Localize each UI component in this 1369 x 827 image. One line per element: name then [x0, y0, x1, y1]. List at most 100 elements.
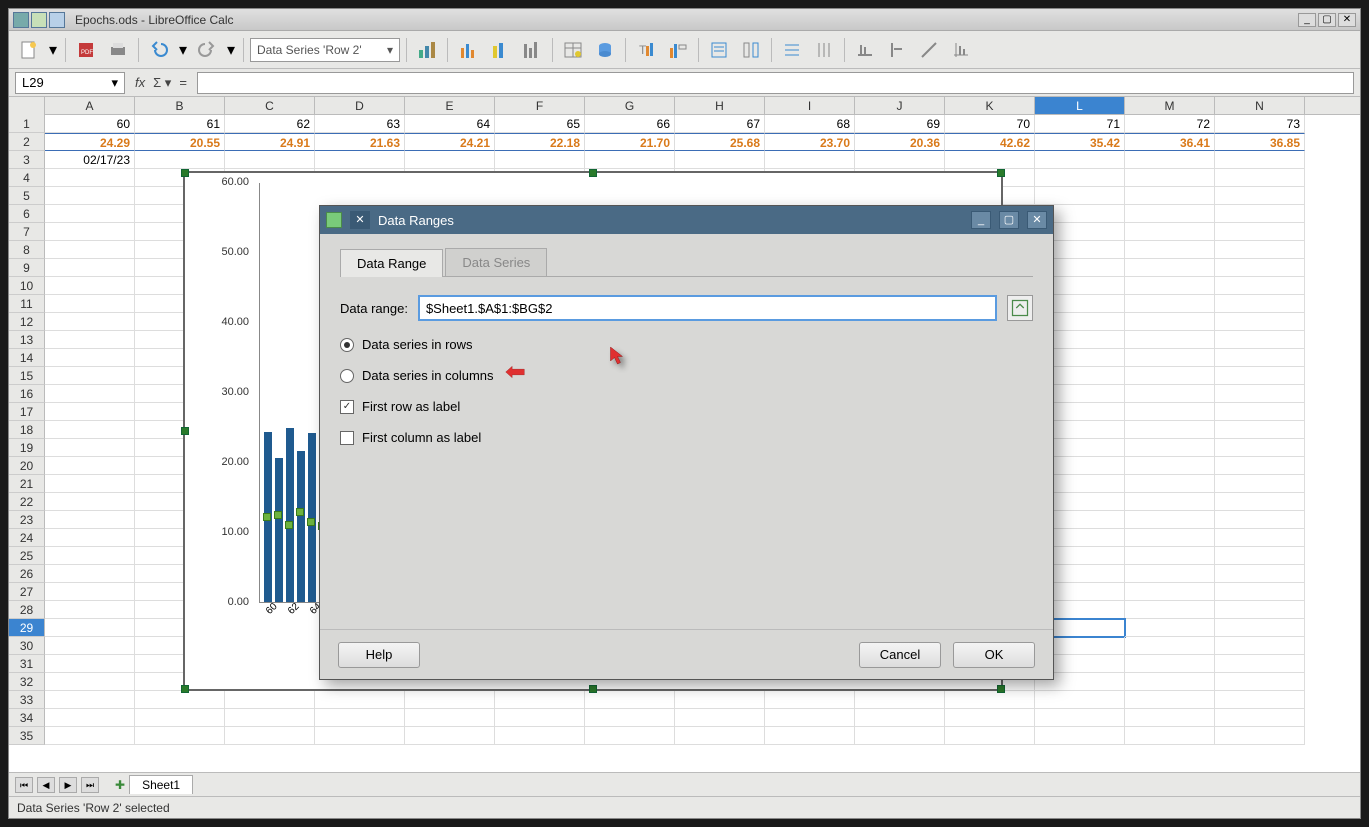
cell[interactable]: 35.42: [1035, 133, 1125, 151]
cell[interactable]: [315, 727, 405, 745]
cell[interactable]: [45, 259, 135, 277]
row-header[interactable]: 32: [9, 673, 45, 691]
cell[interactable]: [1035, 709, 1125, 727]
print-icon[interactable]: [104, 36, 132, 64]
column-header[interactable]: E: [405, 97, 495, 114]
cell[interactable]: [1125, 529, 1215, 547]
cell[interactable]: [855, 151, 945, 169]
cell[interactable]: [1215, 385, 1305, 403]
cell[interactable]: 63: [315, 115, 405, 133]
cell[interactable]: [1035, 151, 1125, 169]
cell[interactable]: [1125, 727, 1215, 745]
cell[interactable]: [1125, 277, 1215, 295]
cell[interactable]: [1215, 457, 1305, 475]
legend-icon[interactable]: [664, 36, 692, 64]
row-header[interactable]: 22: [9, 493, 45, 511]
cell[interactable]: [1125, 655, 1215, 673]
cell[interactable]: [1215, 601, 1305, 619]
row-header[interactable]: 30: [9, 637, 45, 655]
titles-icon[interactable]: T: [632, 36, 660, 64]
dialog-minimize-button[interactable]: _: [971, 211, 991, 229]
cell[interactable]: [45, 529, 135, 547]
first-sheet-button[interactable]: ⏮: [15, 777, 33, 793]
cell[interactable]: [495, 727, 585, 745]
cell[interactable]: 65: [495, 115, 585, 133]
undo-icon[interactable]: [145, 36, 173, 64]
cell[interactable]: [945, 709, 1035, 727]
cell[interactable]: [45, 457, 135, 475]
row-header[interactable]: 23: [9, 511, 45, 529]
cell[interactable]: [225, 727, 315, 745]
check-first-row-label[interactable]: First row as label: [340, 399, 1033, 414]
column-header[interactable]: F: [495, 97, 585, 114]
cell[interactable]: [675, 727, 765, 745]
cell[interactable]: [45, 673, 135, 691]
cell[interactable]: [1215, 511, 1305, 529]
cell[interactable]: [45, 421, 135, 439]
cell[interactable]: [1125, 691, 1215, 709]
cell[interactable]: 02/17/23: [45, 151, 135, 169]
column-header[interactable]: A: [45, 97, 135, 114]
cell[interactable]: [1215, 205, 1305, 223]
cell-reference-box[interactable]: L29▾: [15, 72, 125, 94]
cell[interactable]: [675, 691, 765, 709]
column-header[interactable]: J: [855, 97, 945, 114]
row-header[interactable]: 34: [9, 709, 45, 727]
cell[interactable]: [135, 727, 225, 745]
shrink-range-button[interactable]: [1007, 295, 1033, 321]
last-sheet-button[interactable]: ⏭: [81, 777, 99, 793]
cell[interactable]: [1125, 511, 1215, 529]
cell[interactable]: [405, 151, 495, 169]
cell[interactable]: [1215, 277, 1305, 295]
column-header[interactable]: B: [135, 97, 225, 114]
cell[interactable]: [1125, 673, 1215, 691]
cell[interactable]: 20.36: [855, 133, 945, 151]
cell[interactable]: [405, 727, 495, 745]
legend-toggle-icon[interactable]: [705, 36, 733, 64]
cell[interactable]: 69: [855, 115, 945, 133]
cell[interactable]: [45, 277, 135, 295]
cell[interactable]: 36.41: [1125, 133, 1215, 151]
row-header[interactable]: 20: [9, 457, 45, 475]
chart-marker[interactable]: [285, 521, 293, 529]
cell[interactable]: 24.29: [45, 133, 135, 151]
cell[interactable]: [765, 709, 855, 727]
cell[interactable]: [1215, 619, 1305, 637]
cell[interactable]: [135, 691, 225, 709]
redo-icon[interactable]: [193, 36, 221, 64]
cell[interactable]: [1215, 439, 1305, 457]
cell[interactable]: [1215, 673, 1305, 691]
column-header[interactable]: D: [315, 97, 405, 114]
dialog-maximize-button[interactable]: ▢: [999, 211, 1019, 229]
row-header[interactable]: 3: [9, 151, 45, 169]
cell[interactable]: [1215, 565, 1305, 583]
dialog-titlebar[interactable]: ✕ Data Ranges _ ▢ ✕: [320, 206, 1053, 234]
sheet-tab-sheet1[interactable]: Sheet1: [129, 775, 193, 794]
row-header[interactable]: 10: [9, 277, 45, 295]
row-header[interactable]: 27: [9, 583, 45, 601]
row-header[interactable]: 7: [9, 223, 45, 241]
cell[interactable]: [1125, 295, 1215, 313]
cell[interactable]: [45, 313, 135, 331]
chart-bar[interactable]: [286, 428, 294, 602]
cell[interactable]: [45, 637, 135, 655]
cell[interactable]: 23.70: [765, 133, 855, 151]
cell[interactable]: [225, 709, 315, 727]
cell[interactable]: [1125, 619, 1215, 637]
chart-marker[interactable]: [296, 508, 304, 516]
export-pdf-icon[interactable]: PDF: [72, 36, 100, 64]
cell[interactable]: [45, 349, 135, 367]
column-header[interactable]: M: [1125, 97, 1215, 114]
all-axes-icon[interactable]: [947, 36, 975, 64]
z-axis-icon[interactable]: [915, 36, 943, 64]
row-header[interactable]: 33: [9, 691, 45, 709]
cell[interactable]: 71: [1035, 115, 1125, 133]
cell[interactable]: [45, 187, 135, 205]
row-header[interactable]: 13: [9, 331, 45, 349]
next-sheet-button[interactable]: ▶: [59, 777, 77, 793]
cell[interactable]: [45, 331, 135, 349]
cell[interactable]: [675, 709, 765, 727]
cell[interactable]: [45, 493, 135, 511]
cell[interactable]: 62: [225, 115, 315, 133]
cell[interactable]: [1125, 637, 1215, 655]
